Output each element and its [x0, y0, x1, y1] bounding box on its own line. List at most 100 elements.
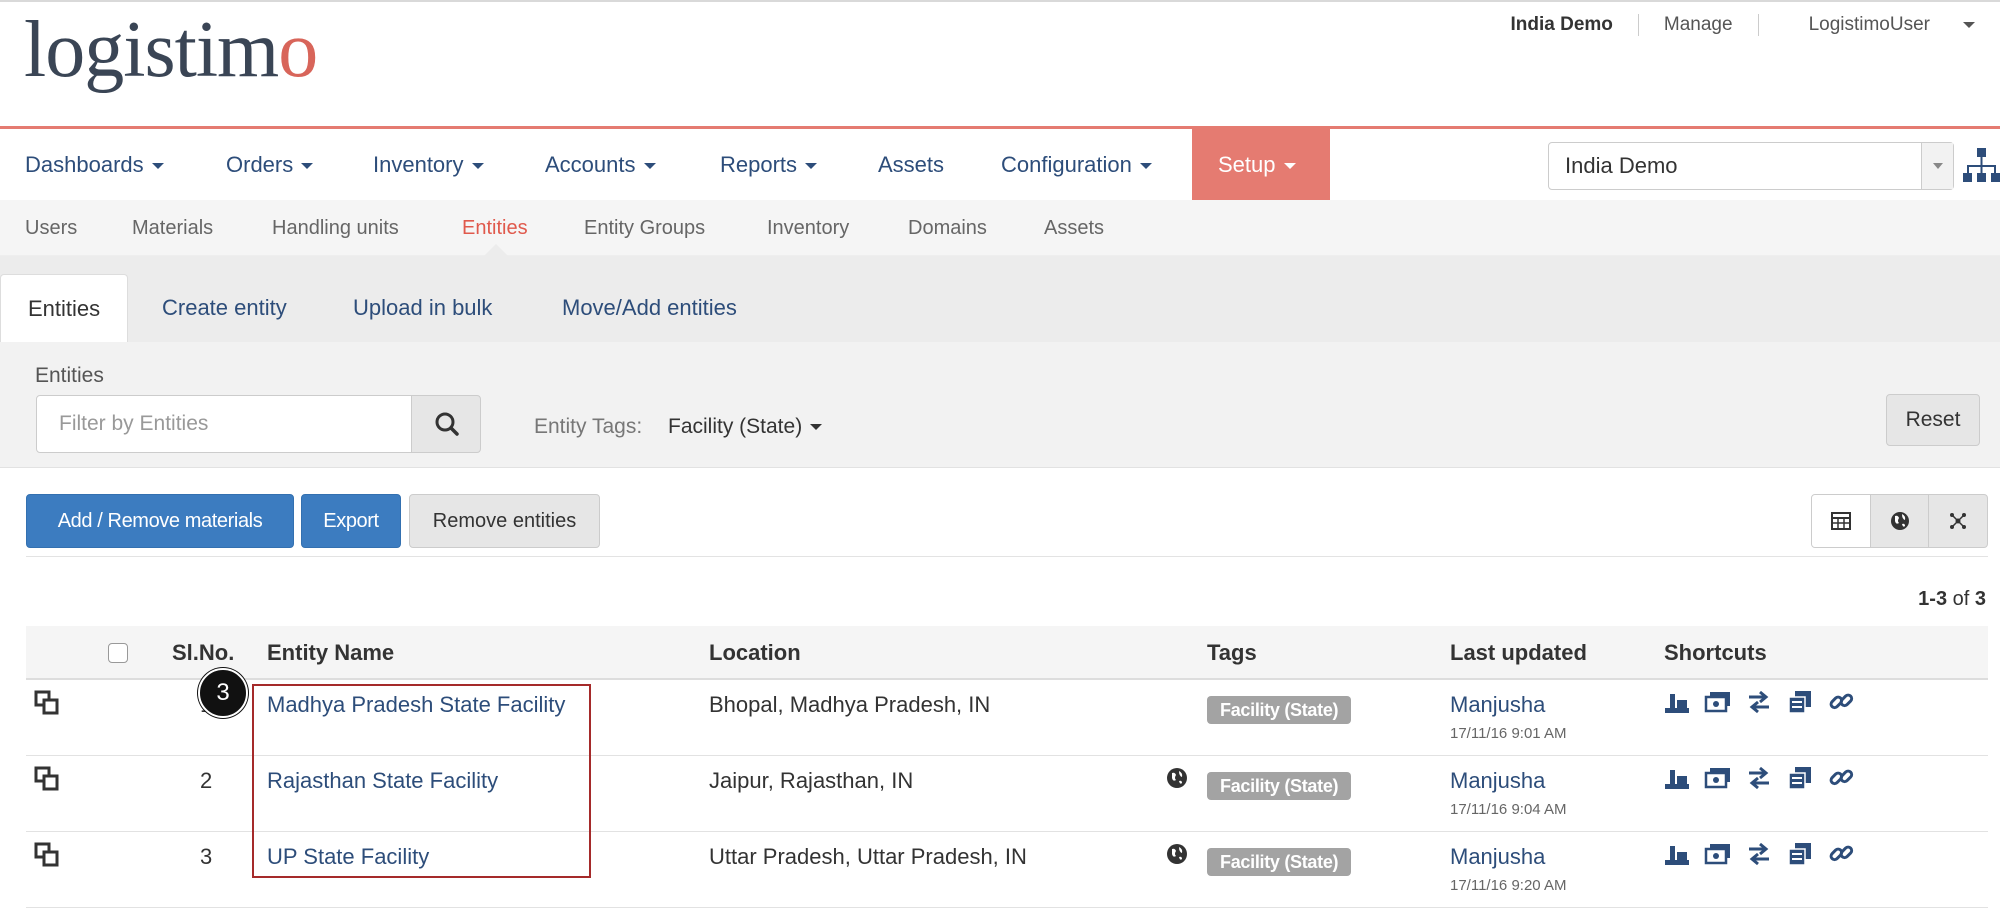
subnav-domains[interactable]: Domains	[908, 200, 987, 256]
view-toggle	[1811, 494, 1988, 548]
top-border	[0, 0, 2000, 2]
link-icon[interactable]	[1827, 688, 1855, 716]
subnav-materials[interactable]: Materials	[132, 200, 213, 256]
entity-tags-label: Entity Tags:	[534, 415, 643, 438]
tab-upload-in-bulk[interactable]: Upload in bulk	[326, 274, 519, 342]
entity-filter-input[interactable]	[36, 395, 412, 453]
user-menu[interactable]: LogistimoUser	[1759, 14, 2000, 36]
subnav-inventory[interactable]: Inventory	[767, 200, 849, 256]
globe-icon[interactable]	[1166, 767, 1188, 789]
col-header-shortcuts: Shortcuts	[1664, 640, 1767, 665]
current-domain: India Demo	[1510, 14, 1613, 35]
col-header-entity-name[interactable]: Entity Name	[267, 640, 394, 666]
chevron-down-icon	[1963, 21, 1975, 28]
user-name: LogistimoUser	[1808, 14, 1930, 35]
app-root: logistimo India Demo Manage LogistimoUse…	[0, 0, 2000, 912]
updated-at: 17/11/16 9:20 AM	[1450, 877, 1567, 894]
updated-at: 17/11/16 9:01 AM	[1450, 725, 1567, 742]
money-icon[interactable]	[1704, 688, 1732, 716]
select-all-checkbox[interactable]	[108, 643, 128, 663]
network-view-button[interactable]	[1929, 495, 1987, 547]
filter-panel: Entities Entity Tags: Facility (State) R…	[0, 342, 2000, 468]
col-header-slno: Sl.No.	[172, 640, 235, 665]
updated-by-link[interactable]: Manjusha	[1450, 768, 1545, 794]
tab-entities[interactable]: Entities	[0, 274, 129, 342]
domain-tree-icon[interactable]	[1963, 146, 2000, 186]
subnav-assets[interactable]: Assets	[1044, 200, 1104, 256]
chevron-down-icon	[1283, 163, 1296, 170]
subnav-entity-groups[interactable]: Entity Groups	[584, 200, 705, 256]
transfer-icon[interactable]	[1745, 840, 1773, 868]
row-shortcuts	[1663, 764, 1855, 792]
subnav-users[interactable]: Users	[25, 200, 77, 256]
chevron-down-icon	[471, 163, 484, 170]
active-subnav-pointer	[484, 244, 508, 256]
col-header-last-updated[interactable]: Last updated	[1450, 640, 1587, 666]
manage-link[interactable]: Manage	[1639, 14, 1758, 36]
nav-assets[interactable]: Assets	[878, 129, 944, 200]
table-view-button[interactable]	[1812, 495, 1871, 547]
transfer-icon[interactable]	[1745, 764, 1773, 792]
col-header-location[interactable]: Location	[709, 640, 801, 666]
row-slno: 2	[200, 768, 213, 793]
link-icon[interactable]	[1827, 840, 1855, 868]
inventory-icon[interactable]	[1786, 840, 1814, 868]
tab-bar: Entities Create entity Upload in bulk Mo…	[0, 256, 2000, 342]
domain-select-value: India Demo	[1565, 153, 1678, 178]
entity-tags-dropdown[interactable]: Facility (State)	[668, 415, 823, 439]
add-remove-materials-button[interactable]: Add / Remove materials	[26, 494, 294, 548]
remove-entities-button[interactable]: Remove entities	[409, 494, 600, 548]
export-button[interactable]: Export	[301, 494, 401, 548]
nav-orders[interactable]: Orders	[226, 129, 314, 200]
entity-location: Bhopal, Madhya Pradesh, IN	[709, 692, 991, 717]
money-icon[interactable]	[1704, 764, 1732, 792]
nav-dashboards[interactable]: Dashboards	[25, 129, 164, 200]
updated-by-link[interactable]: Manjusha	[1450, 844, 1545, 870]
chevron-down-icon	[643, 163, 656, 170]
globe-icon[interactable]	[1166, 843, 1188, 865]
top-links: India Demo Manage LogistimoUser	[1485, 14, 2000, 36]
inventory-icon[interactable]	[1786, 688, 1814, 716]
main-nav: Dashboards Orders Inventory Accounts Rep…	[0, 126, 2000, 200]
stock-icon[interactable]	[1663, 764, 1691, 792]
reset-button[interactable]: Reset	[1886, 394, 1980, 446]
link-icon[interactable]	[1827, 764, 1855, 792]
col-header-tags: Tags	[1207, 640, 1257, 665]
updated-by-link[interactable]: Manjusha	[1450, 692, 1545, 718]
logistimo-logo[interactable]: logistimo	[24, 10, 318, 90]
domain-select[interactable]: India Demo	[1548, 142, 1954, 190]
inventory-icon[interactable]	[1786, 764, 1814, 792]
copy-icon[interactable]	[32, 764, 62, 794]
chevron-down-icon	[151, 163, 164, 170]
filter-label: Entities	[35, 364, 104, 387]
copy-icon[interactable]	[32, 688, 62, 718]
tab-move-add-entities[interactable]: Move/Add entities	[535, 274, 764, 342]
transfer-icon[interactable]	[1745, 688, 1773, 716]
select-arrow-icon	[1921, 143, 1953, 189]
globe-icon	[1890, 512, 1909, 530]
nav-configuration[interactable]: Configuration	[1001, 129, 1152, 200]
nav-reports[interactable]: Reports	[720, 129, 818, 200]
money-icon[interactable]	[1704, 840, 1732, 868]
entity-location: Uttar Pradesh, Uttar Pradesh, IN	[709, 844, 1027, 869]
map-view-button[interactable]	[1871, 495, 1930, 547]
chevron-down-icon	[810, 424, 823, 431]
chevron-down-icon	[301, 163, 314, 170]
copy-icon[interactable]	[32, 840, 62, 870]
nav-accounts[interactable]: Accounts	[545, 129, 656, 200]
nav-setup[interactable]: Setup	[1192, 129, 1330, 200]
tab-create-entity[interactable]: Create entity	[135, 274, 314, 342]
step-number-badge: 3	[198, 668, 248, 718]
nav-inventory[interactable]: Inventory	[373, 129, 484, 200]
search-button[interactable]	[411, 395, 481, 453]
tag-badge: Facility (State)	[1207, 696, 1352, 724]
entity-location: Jaipur, Rajasthan, IN	[709, 768, 914, 793]
chevron-down-icon	[805, 163, 818, 170]
row-slno: 3	[200, 844, 213, 869]
stock-icon[interactable]	[1663, 840, 1691, 868]
stock-icon[interactable]	[1663, 688, 1691, 716]
subnav-handling-units[interactable]: Handling units	[272, 200, 399, 256]
tag-badge: Facility (State)	[1207, 772, 1352, 800]
network-icon	[1950, 513, 1967, 529]
row-shortcuts	[1663, 688, 1855, 716]
